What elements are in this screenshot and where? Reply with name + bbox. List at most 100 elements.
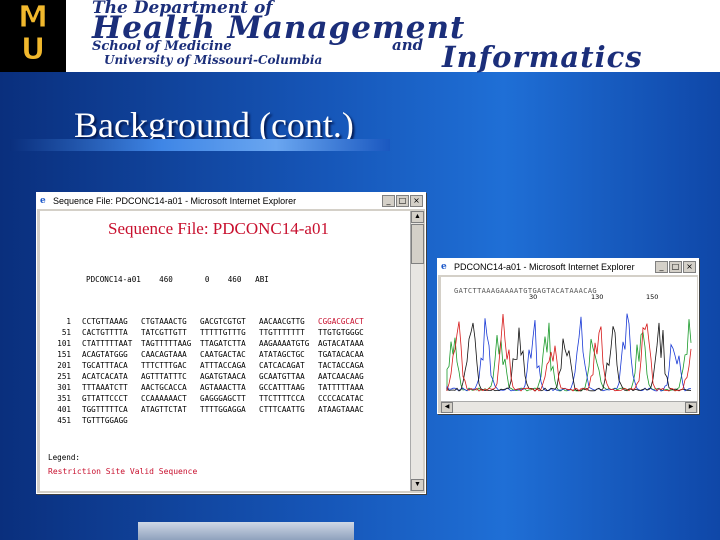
legend-items: Restriction Site Valid Sequence [48,467,198,476]
sequence-chunk: AGTACATAAA [318,339,364,348]
sequence-row: 151 ACAGTATGGG CAACAGTAAA CAATGACTAC ATATAGC… [40,350,410,361]
sequence-chunk: TGATACACAA [318,350,364,359]
sequence-chunk: GTTATTCCCT [82,394,128,403]
row-position: 301 [57,383,71,392]
sequence-chunk: ATAGTTCTAT [141,405,187,414]
sequence-chunk: TGCATTTACA [82,361,128,370]
sequence-chunk: AATCAACAAG [318,372,364,381]
sequence-chunk: ATATAGCTGC [259,350,305,359]
window-title: Sequence File: PDCONC14-a01 - Microsoft … [53,196,297,206]
sequence-chunk: GACGTCGTGT [200,317,246,326]
sequence-chunk: ACATCACATA [82,372,128,381]
sequence-chunk: TGTTTGGAGG [82,416,128,425]
sequence-chunk: TTAGATCTTA [200,339,246,348]
row-position: 51 [61,328,71,337]
logo-letter-u: U [20,32,46,67]
scroll-thumb[interactable] [411,224,424,264]
sequence-chunk: AGATGTAACA [200,372,246,381]
sequence-chunk: TTGTGTGGGC [318,328,364,337]
close-icon[interactable]: × [410,195,423,207]
sequence-row: 201 TGCATTTACA TTTCTTTGAC ATTTACCAGA CATCACA… [40,361,410,372]
sequence-heading: Sequence File: PDCONC14-a01 [108,219,329,238]
sequence-chunk: CCTGTTAAAG [82,317,128,326]
row-position: 101 [57,339,71,348]
chromatogram-content: GATCTTAAAGAAAATGTGAGTACATAAACAG 30 130 1… [441,277,697,401]
ie-icon: e [40,196,46,206]
sequence-page-content: Sequence File: PDCONC14-a01 PDCONC14-a01… [40,211,410,491]
sequence-chunk: TTTTGGAGGA [200,405,246,414]
chromatogram-window[interactable]: e PDCONC14-a01 - Microsoft Internet Expl… [437,258,699,414]
sequence-chunk: GCAATGTTAA [259,372,305,381]
title-underline [10,139,390,151]
row-position: 1 [66,317,71,326]
sequence-row: 51 CACTGTTTTA TATCGTTGTT TTTTTGTTTG TTGTTTTT… [40,328,410,339]
scroll-up-icon[interactable]: ▲ [411,211,424,223]
sequence-chunk: CACTGTTTTA [82,328,128,337]
sequence-chunk: CAATGACTAC [200,350,246,359]
sequence-chunk: CAACAGTAAA [141,350,187,359]
sequence-row: 251 ACATCACATA AGTTTATTTC AGATGTAACA GCAATGT… [40,372,410,383]
sequence-chunk: AACTGCACCA [141,383,187,392]
sequence-chunk: CCCCACATAC [318,394,364,403]
sequence-chunk: CTGTAAACTG [141,317,187,326]
sequence-chunk: CCAAAAAACT [141,394,187,403]
horizontal-scrollbar[interactable]: ◀ ▶ [441,401,697,413]
window-title: PDCONC14-a01 - Microsoft Internet Explor… [454,262,635,272]
sequence-meta: PDCONC14-a01 460 0 460 ABI [86,275,269,284]
sequence-chunk: TAGTTTTTAAG [141,339,192,348]
banner-line-school: School of Medicine [92,39,232,54]
sequence-chunk: AACAACGTTG [259,317,305,326]
legend-label: Legend: [48,453,81,462]
window-titlebar[interactable]: e Sequence File: PDCONC14-a01 - Microsof… [37,193,425,209]
ie-icon: e [441,262,447,272]
chromatogram-trace [446,313,692,392]
logo-letter-m: M [18,0,49,35]
footer-bar [138,522,354,540]
sequence-chunk: CGGACGCACT [318,317,364,326]
department-banner: M U The Department of Health Management … [0,0,720,74]
banner-line-university: University of Missouri-Columbia [104,53,323,67]
banner-line-informatics: Informatics [442,40,643,74]
sequence-chunk: GCCATTTAAG [259,383,305,392]
sequence-chunk: CTATTTTTAAT [82,339,133,348]
sequence-row: 351 GTTATTCCCT CCAAAAAACT GAGGGAGCTT TTCTTTT… [40,394,410,405]
sequence-chunk: TTTCTTTGAC [141,361,187,370]
trace-channel [446,322,692,392]
sequence-file-window[interactable]: e Sequence File: PDCONC14-a01 - Microsof… [36,192,426,494]
row-position: 201 [57,361,71,370]
sequence-chunk: ACAGTATGGG [82,350,128,359]
sequence-chunk: CATCACAGAT [259,361,305,370]
sequence-row: 1 CCTGTTAAAG CTGTAAACTG GACGTCGTGT AACAACGTT… [40,317,410,328]
sequence-chunk: GAGGGAGCTT [200,394,246,403]
maximize-icon[interactable]: □ [669,261,682,273]
row-position: 151 [57,350,71,359]
row-position: 251 [57,372,71,381]
banner-line-and: and [392,36,424,54]
sequence-chunk: TTTTTGTTTG [200,328,246,337]
sequence-chunk: ATTTACCAGA [200,361,246,370]
sequence-row: 451 TGTTTGGAGG [40,416,410,427]
minimize-icon[interactable]: _ [382,195,395,207]
sequence-row: 301 TTTAAATCTT AACTGCACCA AGTAAACTTA GCCATTT… [40,383,410,394]
scroll-left-icon[interactable]: ◀ [441,402,453,413]
sequence-row: 401 TGGTTTTTCA ATAGTTCTAT TTTTGGAGGA CTTTCAA… [40,405,410,416]
maximize-icon[interactable]: □ [396,195,409,207]
sequence-chunk: TACTACCAGA [318,361,364,370]
sequence-row: 101 CTATTTTTAAT TAGTTTTTAAG TTAGATCTTA AAGAA… [40,339,410,350]
row-position: 351 [57,394,71,403]
row-position: 451 [57,416,71,425]
scroll-right-icon[interactable]: ▶ [685,402,697,413]
window-titlebar[interactable]: e PDCONC14-a01 - Microsoft Internet Expl… [438,259,698,275]
sequence-chunk: AGTAAACTTA [200,383,246,392]
row-position: 401 [57,405,71,414]
minimize-icon[interactable]: _ [655,261,668,273]
sequence-chunk: TTCTTTTCCA [259,394,305,403]
sequence-chunk: TATTTTTAAA [318,383,364,392]
sequence-chunk: CTTTCAATTG [259,405,305,414]
sequence-chunk: TTTAAATCTT [82,383,128,392]
scroll-down-icon[interactable]: ▼ [411,479,424,491]
vertical-scrollbar[interactable]: ▲ ▼ [410,211,424,491]
close-icon[interactable]: × [683,261,696,273]
sequence-chunk: ATAAGTAAAC [318,405,364,414]
sequence-chunk: AGTTTATTTC [141,372,187,381]
